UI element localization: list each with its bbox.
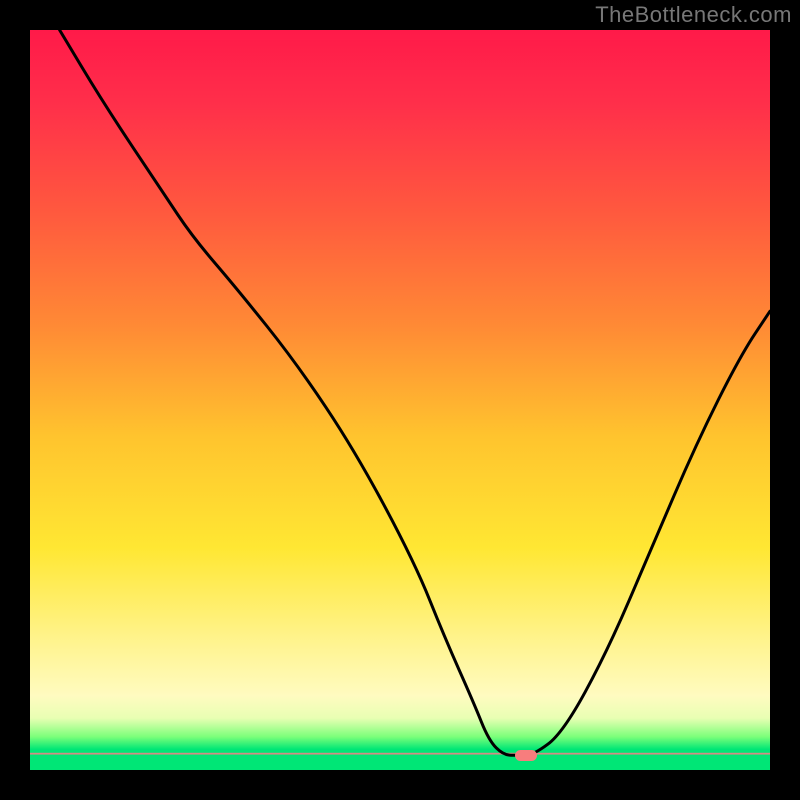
valley-marker [515,750,537,761]
watermark-label: TheBottleneck.com [595,2,792,28]
bottleneck-curve [30,30,770,770]
plot-area [30,30,770,770]
curve-path [60,30,770,755]
chart-frame: TheBottleneck.com [0,0,800,800]
